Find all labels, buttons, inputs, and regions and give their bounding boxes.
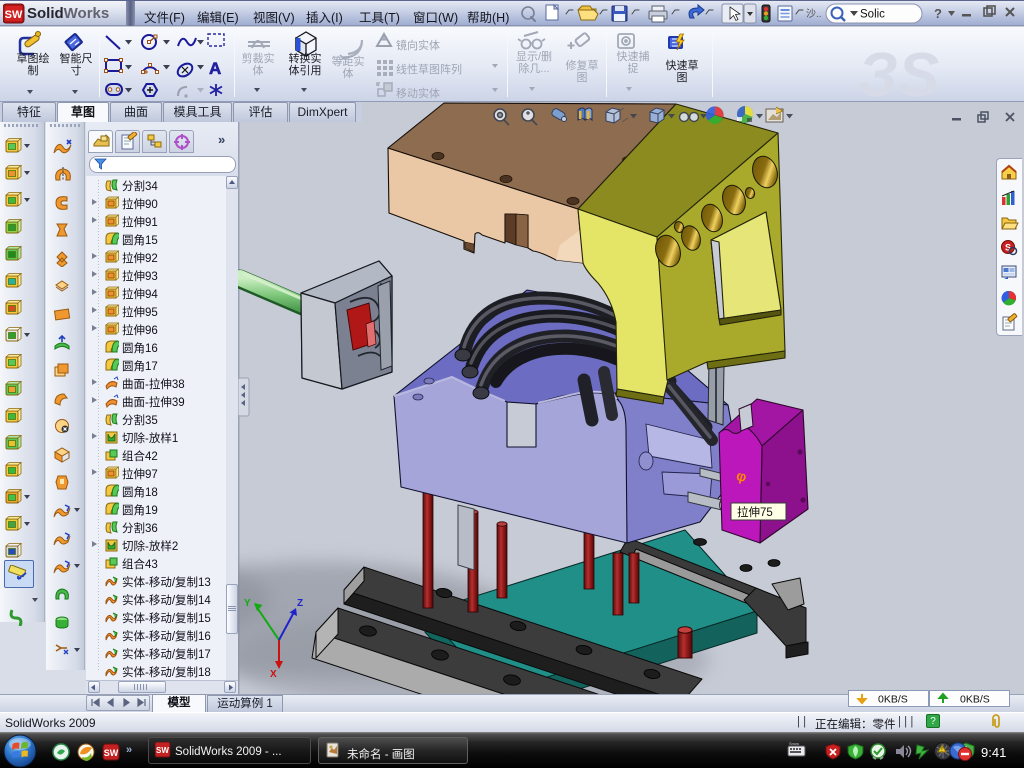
svg-text:0KB/S: 0KB/S [878, 694, 908, 706]
svg-text:SW: SW [5, 9, 23, 21]
svg-text:X: X [270, 669, 277, 680]
svg-text:Solic: Solic [860, 9, 885, 21]
svg-text:Z: Z [297, 598, 303, 609]
svg-text:0KB/S: 0KB/S [960, 694, 990, 706]
svg-text:Y: Y [244, 598, 251, 609]
svg-text:?: ? [934, 6, 942, 21]
svg-text:SW: SW [156, 746, 169, 755]
svg-text:A: A [209, 59, 221, 78]
svg-text:SW: SW [104, 748, 119, 758]
svg-text:拉伸75: 拉伸75 [737, 505, 773, 519]
svg-text:Snow: Snow [789, 741, 799, 746]
svg-text:沙..: 沙.. [806, 8, 822, 20]
svg-text:»: » [126, 744, 132, 756]
